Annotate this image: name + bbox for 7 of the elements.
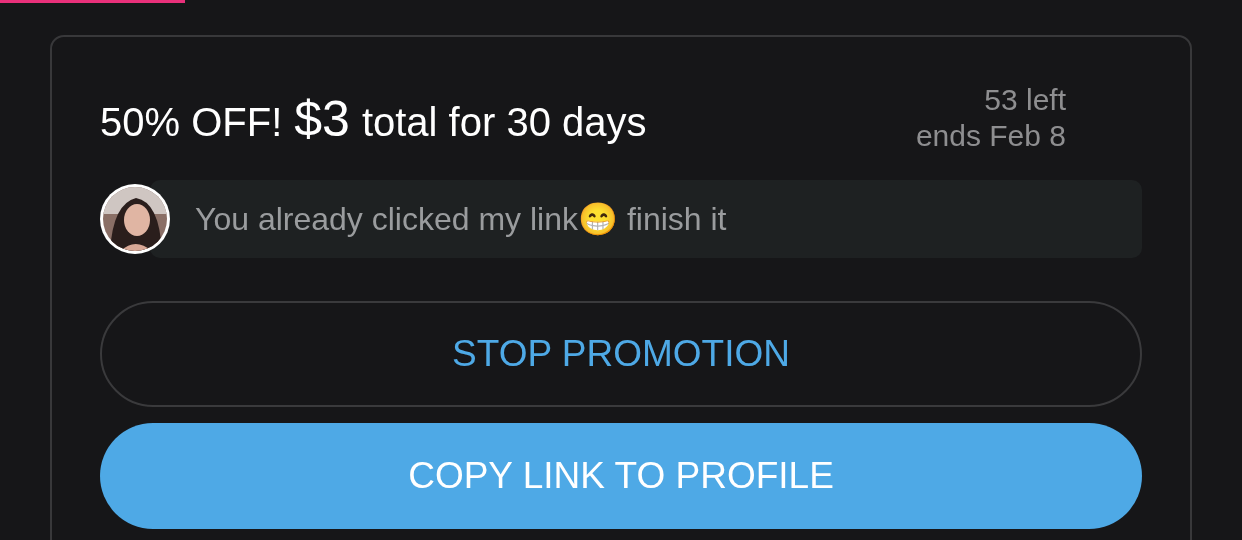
duration-text: total for 30 days bbox=[361, 100, 647, 145]
message-text: You already clicked my link😁 finish it bbox=[195, 200, 727, 238]
price-text: $3 bbox=[294, 90, 350, 148]
discount-text: 50% OFF! bbox=[100, 100, 283, 145]
stop-button[interactable]: STOP PROMOTION bbox=[100, 301, 1142, 407]
remaining-count: 53 left bbox=[984, 82, 1066, 118]
end-date: ends Feb 8 bbox=[915, 118, 1066, 154]
